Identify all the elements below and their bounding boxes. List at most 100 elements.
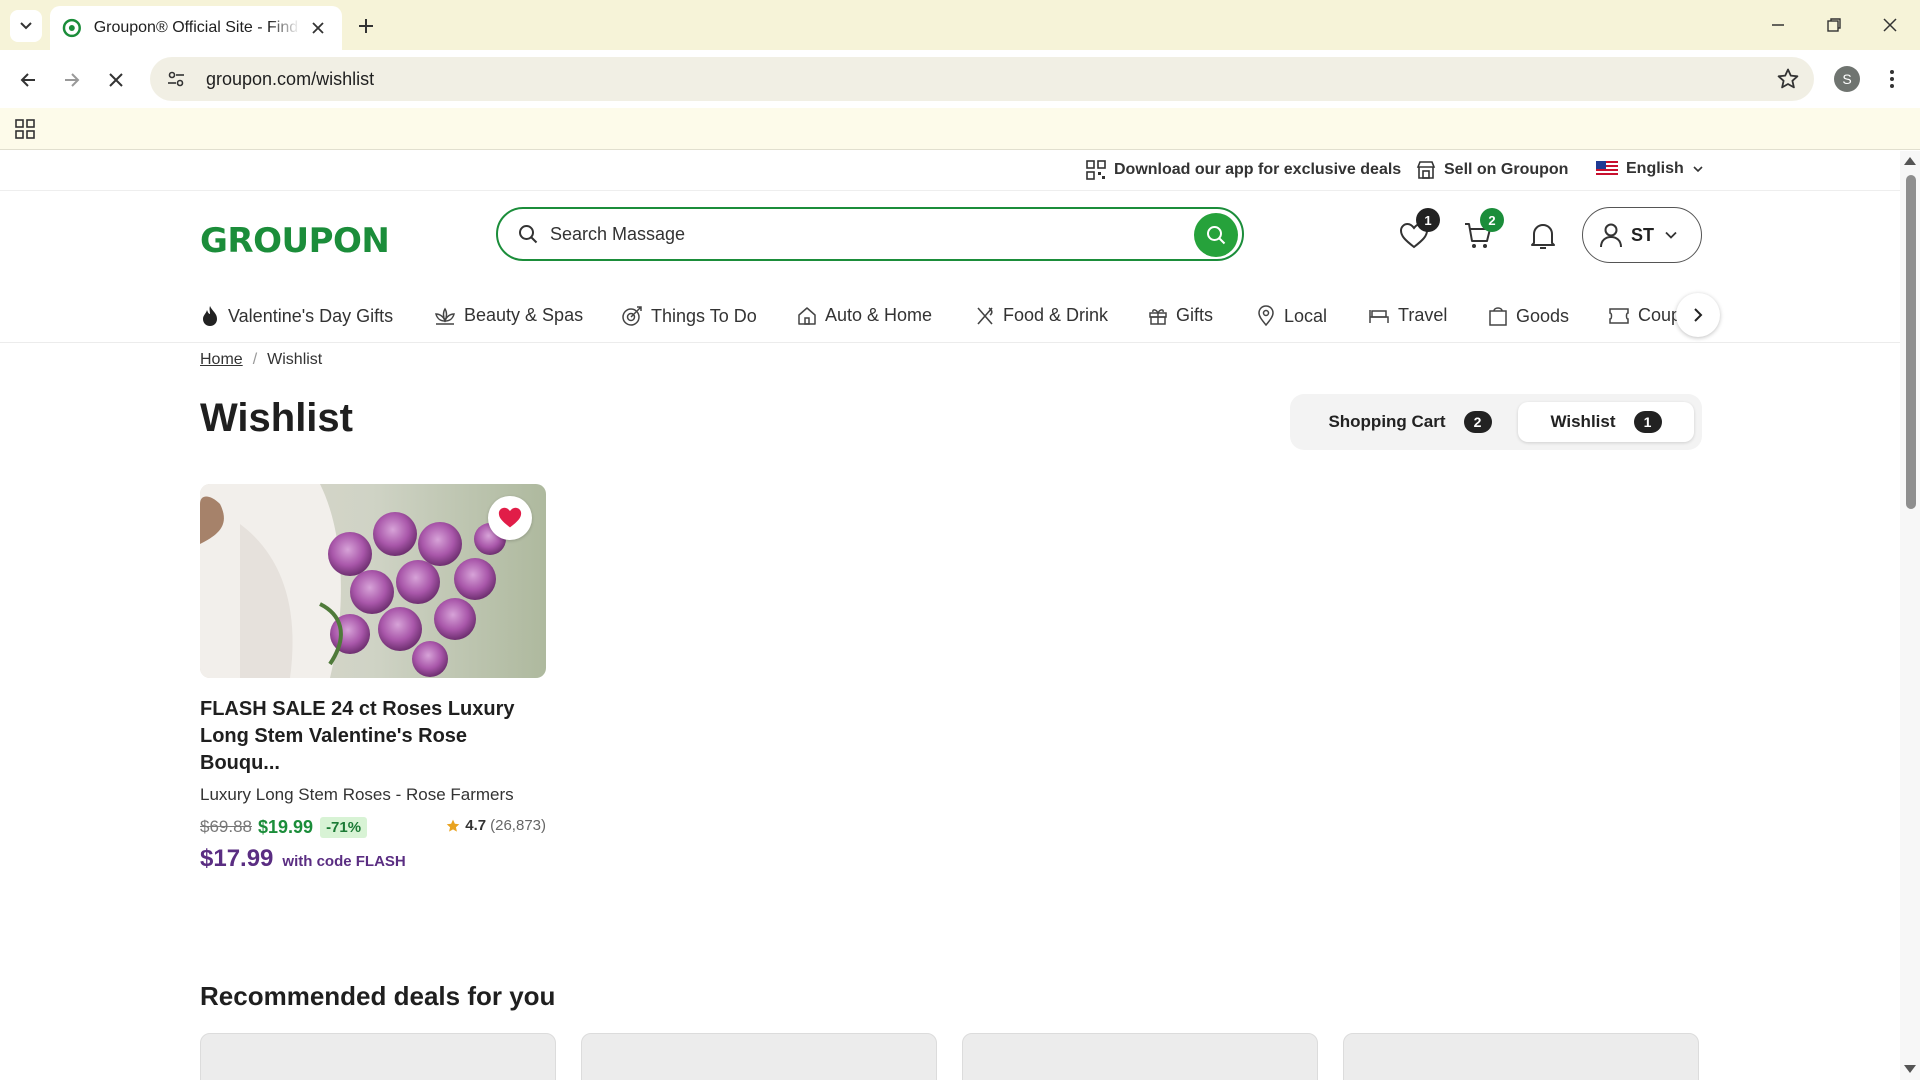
cart-header-button[interactable]: 2 (1458, 208, 1504, 256)
recommended-section-title: Recommended deals for you (200, 981, 556, 1011)
utensils-icon (977, 306, 993, 325)
account-menu-button[interactable]: ST (1582, 207, 1702, 263)
search-bar (496, 207, 1244, 261)
category-label: Local (1284, 305, 1328, 326)
stop-loading-button[interactable] (100, 64, 132, 96)
recommended-card-placeholder[interactable] (581, 1033, 937, 1080)
category-goods[interactable]: Goods (1488, 305, 1569, 327)
recommended-card-placeholder[interactable] (1343, 1033, 1699, 1080)
account-initials: ST (1631, 224, 1655, 245)
browser-tab-active[interactable]: Groupon® Official Site - Find Local Deal… (50, 6, 342, 50)
category-label: Things To Do (651, 305, 757, 326)
arrow-left-icon (20, 73, 35, 87)
flame-icon (203, 306, 217, 326)
target-icon (622, 306, 642, 326)
category-local[interactable]: Local (1256, 305, 1327, 327)
category-label: Valentine's Day Gifts (228, 305, 394, 326)
recommended-card-placeholder[interactable] (962, 1033, 1318, 1080)
sell-text: Sell on Groupon (1444, 161, 1569, 178)
language-text: English (1626, 160, 1684, 177)
category-label: Gifts (1176, 305, 1214, 325)
back-button[interactable] (12, 64, 44, 96)
scroll-down-arrow[interactable] (1904, 1065, 1916, 1073)
wishlist-tab[interactable]: Wishlist 1 (1518, 402, 1694, 442)
deal-title[interactable]: FLASH SALE 24 ct Roses Luxury Long Stem … (200, 696, 546, 777)
category-scroll-next-button[interactable] (1676, 293, 1720, 337)
recommended-card-placeholder[interactable] (200, 1033, 556, 1080)
search-submit-button[interactable] (1194, 213, 1238, 257)
cart-wishlist-toggle: Shopping Cart 2 Wishlist 1 (1290, 394, 1702, 450)
tune-icon (168, 71, 184, 87)
category-valentines[interactable]: Valentine's Day Gifts (200, 305, 393, 327)
breadcrumb: Home / Wishlist (200, 351, 322, 369)
bookmark-star-icon[interactable] (1776, 67, 1800, 91)
close-icon (1883, 18, 1897, 32)
apps-grid-icon (15, 119, 35, 139)
sell-on-groupon-link[interactable]: Sell on Groupon (1416, 160, 1568, 180)
tab-title: Groupon® Official Site - Find Local Deal… (93, 19, 301, 36)
browser-menu-button[interactable] (1880, 64, 1904, 94)
cart-count-badge: 2 (1480, 208, 1504, 232)
scroll-up-arrow[interactable] (1904, 157, 1916, 165)
forward-button[interactable] (56, 64, 88, 96)
wishlist-deal-card[interactable]: FLASH SALE 24 ct Roses Luxury Long Stem … (200, 484, 546, 873)
chevron-down-icon (1693, 166, 1703, 173)
category-label: Goods (1516, 305, 1570, 326)
arrow-right-icon (65, 73, 80, 87)
user-icon (1600, 223, 1622, 248)
breadcrumb-current: Wishlist (267, 351, 323, 368)
category-label: Auto & Home (825, 305, 933, 325)
deal-code-text: with code FLASH (282, 853, 406, 870)
app-download-text: Download our app for exclusive deals (1114, 161, 1402, 178)
remove-from-wishlist-button[interactable] (488, 496, 532, 540)
groupon-logo[interactable]: GROUPON (200, 221, 390, 261)
category-auto-home[interactable]: Auto & Home (797, 305, 932, 326)
language-selector[interactable]: English (1596, 160, 1704, 178)
notifications-button[interactable] (1523, 216, 1563, 256)
search-input[interactable] (550, 223, 1170, 245)
new-tab-button[interactable] (352, 12, 380, 40)
qr-code-icon (1086, 160, 1106, 180)
deal-sale-price: $19.99 (258, 816, 314, 837)
category-beauty-spas[interactable]: Beauty & Spas (434, 305, 583, 326)
deal-image[interactable] (200, 484, 546, 678)
site-info-button[interactable] (164, 67, 188, 91)
page-scrollbar[interactable] (1900, 151, 1920, 1080)
deal-original-price: $69.88 (200, 817, 252, 836)
shopping-cart-count: 2 (1463, 411, 1492, 433)
browser-profile-avatar[interactable]: S (1834, 66, 1860, 92)
bookmarks-bar (0, 108, 1920, 150)
app-download-link[interactable]: Download our app for exclusive deals (1086, 160, 1401, 180)
breadcrumb-separator: / (252, 351, 258, 368)
plus-icon (359, 19, 373, 33)
category-things-to-do[interactable]: Things To Do (621, 305, 757, 327)
wishlist-header-button[interactable]: 1 (1394, 208, 1440, 256)
page-viewport: Download our app for exclusive deals Sel… (0, 151, 1900, 1080)
address-bar[interactable]: groupon.com/wishlist (150, 57, 1814, 101)
minimize-button[interactable] (1760, 10, 1796, 40)
bed-icon (1369, 309, 1389, 323)
category-food-drink[interactable]: Food & Drink (975, 305, 1108, 326)
restore-button[interactable] (1816, 10, 1852, 40)
wishlist-count-badge: 1 (1416, 208, 1440, 232)
category-travel[interactable]: Travel (1368, 305, 1447, 326)
coupon-icon (1609, 307, 1629, 324)
groupon-favicon-icon (62, 18, 81, 38)
category-nav: Valentine's Day Gifts Beauty & Spas Thin… (0, 291, 1900, 343)
site-header: GROUPON 1 2 ST (0, 191, 1900, 291)
category-gifts[interactable]: Gifts (1148, 305, 1213, 326)
close-window-button[interactable] (1872, 10, 1908, 40)
storefront-icon (1416, 161, 1436, 179)
close-icon (312, 22, 324, 34)
shopping-cart-tab[interactable]: Shopping Cart 2 (1310, 402, 1510, 442)
breadcrumb-home-link[interactable]: Home (200, 351, 243, 369)
search-icon (519, 225, 538, 244)
category-label: Travel (1398, 305, 1448, 325)
location-pin-icon (1258, 305, 1274, 327)
deal-price-row: $69.88 $19.99 -71% 4.7 (26,873) (200, 815, 546, 839)
tab-search-button[interactable] (10, 10, 42, 42)
scrollbar-thumb[interactable] (1906, 175, 1916, 509)
tab-close-button[interactable] (306, 16, 330, 40)
deal-code-price: $17.99 (200, 845, 274, 872)
apps-button[interactable] (12, 116, 38, 142)
